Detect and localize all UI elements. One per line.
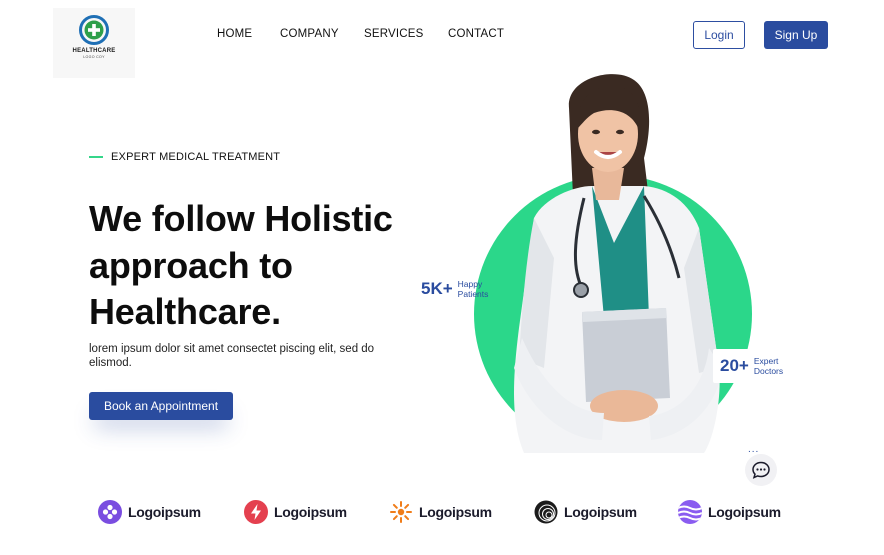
- chat-button[interactable]: [745, 454, 777, 486]
- nav-company[interactable]: COMPANY: [280, 28, 364, 40]
- login-button[interactable]: Login: [693, 21, 745, 49]
- stat-label-line-2: Patients: [457, 289, 489, 299]
- stat-label-line-2: Doctors: [753, 366, 784, 376]
- stat-expert-doctors: 20+ Expert Doctors: [713, 349, 793, 383]
- medical-cross-icon: [79, 15, 109, 45]
- partner-name: Logoipsum: [274, 504, 347, 520]
- stat-label-line-1: Happy: [457, 279, 483, 289]
- partner-logo[interactable]: Logoipsum: [98, 499, 201, 525]
- brand-title: HEALTHCARE: [72, 48, 116, 54]
- black-rings-icon: [534, 500, 558, 524]
- stat-label: Expert Doctors: [754, 356, 783, 376]
- hero-eyebrow: EXPERT MEDICAL TREATMENT: [89, 151, 280, 163]
- partner-name: Logoipsum: [708, 504, 781, 520]
- partner-logo[interactable]: Logoipsum: [389, 499, 492, 525]
- chat-bubble-icon: [752, 461, 770, 479]
- stat-label: Happy Patients: [458, 279, 489, 299]
- partner-logo[interactable]: Logoipsum: [534, 499, 637, 525]
- brand-subtitle: LOGO COY: [83, 55, 105, 59]
- hero-subtext: lorem ipsum dolor sit amet consectet pis…: [89, 343, 375, 369]
- doctor-photo: [514, 74, 722, 453]
- eyebrow-dash: [89, 156, 103, 158]
- signup-button[interactable]: Sign Up: [764, 21, 828, 49]
- partner-logos: Logoipsum Logoipsum Logoipsum Logoipsum …: [98, 499, 798, 525]
- headline-line-2: approach to: [89, 244, 293, 286]
- purple-clover-icon: [98, 500, 122, 524]
- book-appointment-button[interactable]: Book an Appointment: [89, 392, 233, 420]
- purple-waves-icon: [678, 500, 702, 524]
- stat-value: 20+: [720, 356, 749, 375]
- stat-happy-patients: 5K+ Happy Patients: [414, 272, 492, 306]
- nav-services[interactable]: SERVICES: [364, 28, 448, 40]
- main-nav: HOME COMPANY SERVICES CONTACT: [217, 28, 504, 40]
- stat-value: 5K+: [421, 279, 453, 298]
- nav-contact[interactable]: CONTACT: [448, 28, 504, 40]
- partner-name: Logoipsum: [564, 504, 637, 520]
- red-bolt-icon: [244, 500, 268, 524]
- brand-logo[interactable]: HEALTHCARE LOGO COY: [53, 8, 135, 78]
- eyebrow-text: EXPERT MEDICAL TREATMENT: [111, 151, 281, 163]
- nav-home[interactable]: HOME: [217, 28, 280, 40]
- headline-line-1: We follow Holistic: [89, 198, 393, 239]
- stat-label-line-1: Expert: [753, 356, 779, 366]
- partner-logo[interactable]: Logoipsum: [244, 499, 347, 525]
- hero-headline: We follow Holistic approach to Healthcar…: [89, 196, 449, 336]
- partner-logo[interactable]: Logoipsum: [678, 499, 781, 525]
- partner-name: Logoipsum: [419, 504, 492, 520]
- partner-name: Logoipsum: [128, 504, 201, 520]
- orange-sunburst-icon: [390, 501, 412, 523]
- headline-line-3: Healthcare.: [89, 291, 281, 332]
